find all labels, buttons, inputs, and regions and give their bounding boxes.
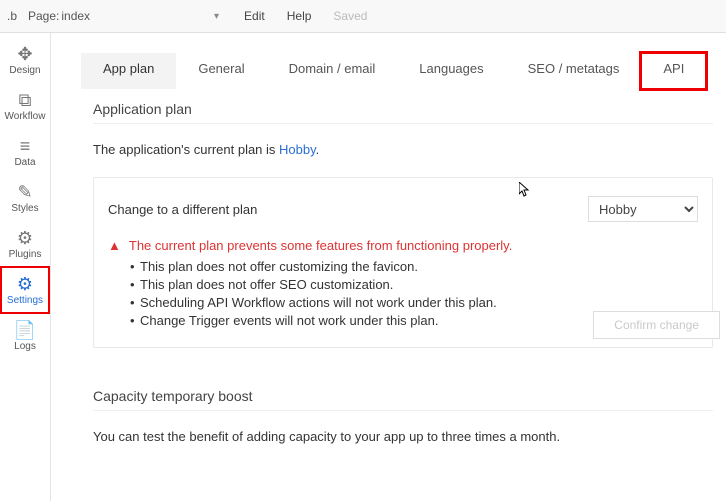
- topbar: .b Page: index ▾ Edit Help Saved: [0, 0, 726, 33]
- current-plan-link[interactable]: Hobby: [279, 142, 316, 157]
- sidebar-item-label: Design: [9, 65, 40, 76]
- divider: [93, 123, 713, 124]
- sidebar-item-settings[interactable]: ⚙ Settings: [0, 267, 50, 313]
- app-logo: .b: [6, 8, 22, 24]
- workflow-icon: ⧉: [19, 91, 32, 109]
- settings-highlight: [0, 266, 50, 314]
- design-icon: ✥: [17, 45, 32, 63]
- divider: [93, 410, 713, 411]
- sidebar: ✥ Design ⧉ Workflow ≡ Data ✎ Styles ⚙ Pl…: [0, 33, 51, 501]
- plan-select[interactable]: Hobby: [588, 196, 698, 222]
- tab-app-plan[interactable]: App plan: [81, 53, 176, 89]
- tab-seo-metatags[interactable]: SEO / metatags: [506, 53, 642, 89]
- change-plan-title: Change to a different plan: [108, 202, 257, 217]
- warning-text: The current plan prevents some features …: [129, 238, 512, 253]
- current-plan-prefix: The application's current plan is: [93, 142, 279, 157]
- plugins-icon: ⚙: [17, 229, 33, 247]
- styles-icon: ✎: [17, 183, 32, 201]
- page-label: Page:: [28, 9, 59, 23]
- main: App plan General Domain / email Language…: [51, 33, 726, 501]
- page-dropdown-icon[interactable]: ▾: [214, 11, 226, 22]
- saved-status: Saved: [333, 9, 367, 23]
- logs-icon: 📄: [14, 321, 36, 339]
- current-plan-line: The application's current plan is Hobby.: [93, 142, 726, 157]
- boost-text: You can test the benefit of adding capac…: [93, 429, 726, 444]
- sidebar-item-workflow[interactable]: ⧉ Workflow: [0, 83, 50, 129]
- tab-api[interactable]: API: [641, 53, 706, 89]
- confirm-change-button[interactable]: Confirm change: [593, 311, 720, 339]
- sidebar-item-data[interactable]: ≡ Data: [0, 129, 50, 175]
- sidebar-item-design[interactable]: ✥ Design: [0, 37, 50, 83]
- list-item: This plan does not offer customizing the…: [130, 259, 698, 274]
- list-item: Scheduling API Workflow actions will not…: [130, 295, 698, 310]
- section-title: Application plan: [93, 101, 726, 117]
- svg-text:.b: .b: [7, 9, 17, 23]
- sidebar-item-label: Workflow: [5, 111, 46, 122]
- warning-icon: ▲: [108, 238, 121, 253]
- sidebar-item-label: Data: [14, 157, 35, 168]
- help-menu[interactable]: Help: [287, 9, 312, 23]
- boost-title: Capacity temporary boost: [93, 388, 726, 404]
- data-icon: ≡: [20, 137, 31, 155]
- settings-tabs: App plan General Domain / email Language…: [51, 33, 726, 89]
- sidebar-item-plugins[interactable]: ⚙ Plugins: [0, 221, 50, 267]
- period: .: [316, 142, 320, 157]
- edit-menu[interactable]: Edit: [244, 9, 265, 23]
- tab-languages[interactable]: Languages: [397, 53, 505, 89]
- sidebar-item-styles[interactable]: ✎ Styles: [0, 175, 50, 221]
- page-name[interactable]: index: [61, 9, 90, 23]
- tab-collaboration[interactable]: Collaboration: [706, 53, 726, 89]
- tab-domain-email[interactable]: Domain / email: [267, 53, 398, 89]
- tab-general[interactable]: General: [176, 53, 266, 89]
- list-item: This plan does not offer SEO customizati…: [130, 277, 698, 292]
- content: Application plan The application's curre…: [51, 89, 726, 444]
- change-plan-panel: Change to a different plan Hobby ▲ The c…: [93, 177, 713, 348]
- warning-row: ▲ The current plan prevents some feature…: [108, 238, 698, 253]
- sidebar-item-label: Plugins: [9, 249, 42, 260]
- sidebar-item-label: Logs: [14, 341, 36, 352]
- sidebar-item-logs[interactable]: 📄 Logs: [0, 313, 50, 359]
- sidebar-item-label: Styles: [11, 203, 38, 214]
